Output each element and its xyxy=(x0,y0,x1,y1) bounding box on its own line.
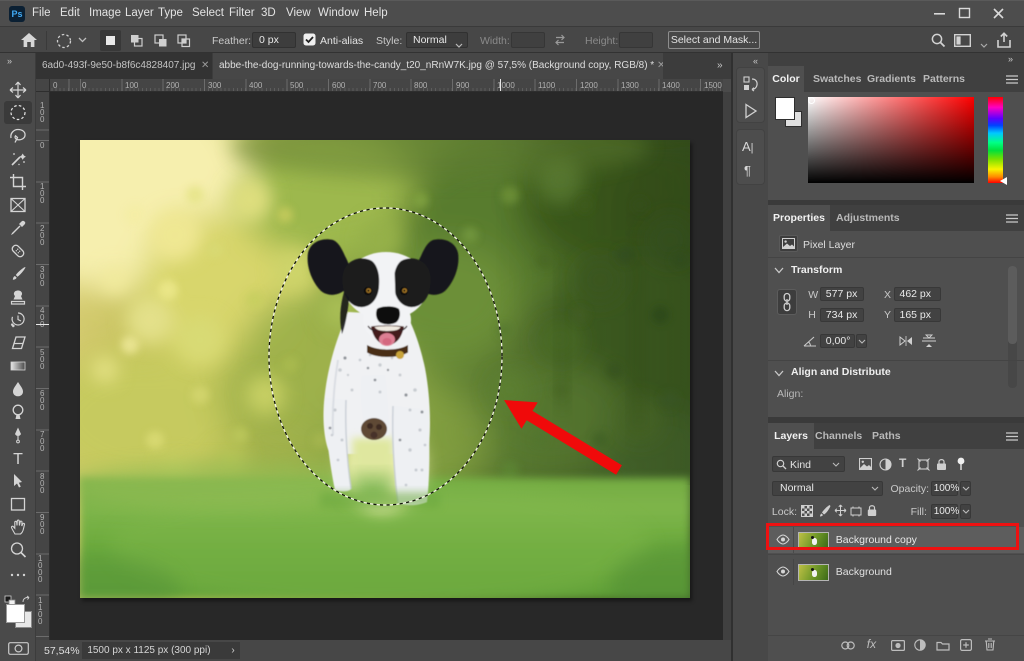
svg-text:T: T xyxy=(13,451,23,468)
